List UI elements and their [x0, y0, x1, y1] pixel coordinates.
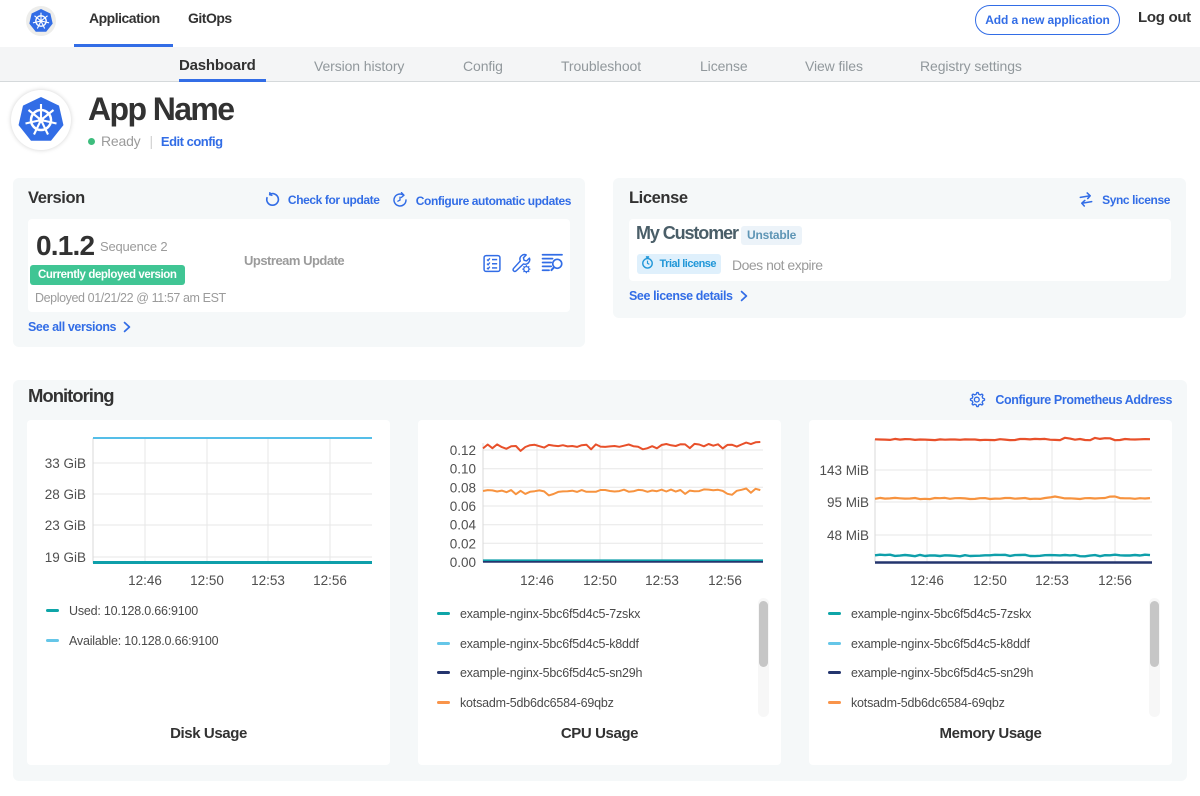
svg-text:23 GiB: 23 GiB [45, 518, 86, 533]
svg-text:12:50: 12:50 [973, 573, 1007, 588]
svg-text:12:56: 12:56 [1098, 573, 1132, 588]
svg-text:12:50: 12:50 [190, 573, 224, 588]
svg-text:0.10: 0.10 [450, 462, 476, 477]
svg-text:0.12: 0.12 [450, 443, 476, 458]
svg-text:12:46: 12:46 [128, 573, 162, 588]
svg-text:12:53: 12:53 [645, 573, 679, 588]
svg-text:48 MiB: 48 MiB [827, 528, 869, 543]
svg-text:12:46: 12:46 [910, 573, 944, 588]
svg-text:28 GiB: 28 GiB [45, 487, 86, 502]
svg-text:95 MiB: 95 MiB [827, 495, 869, 510]
svg-text:0.06: 0.06 [450, 499, 476, 514]
svg-text:33 GiB: 33 GiB [45, 456, 86, 471]
svg-text:12:53: 12:53 [1035, 573, 1069, 588]
svg-text:143 MiB: 143 MiB [819, 463, 869, 478]
svg-text:19 GiB: 19 GiB [45, 550, 86, 565]
svg-text:12:53: 12:53 [251, 573, 285, 588]
svg-text:0.00: 0.00 [450, 555, 476, 570]
svg-text:12:56: 12:56 [313, 573, 347, 588]
svg-text:0.08: 0.08 [450, 480, 476, 495]
svg-text:12:50: 12:50 [583, 573, 617, 588]
svg-text:12:46: 12:46 [520, 573, 554, 588]
svg-text:0.04: 0.04 [450, 518, 477, 533]
svg-text:12:56: 12:56 [708, 573, 742, 588]
svg-text:0.02: 0.02 [450, 536, 476, 551]
